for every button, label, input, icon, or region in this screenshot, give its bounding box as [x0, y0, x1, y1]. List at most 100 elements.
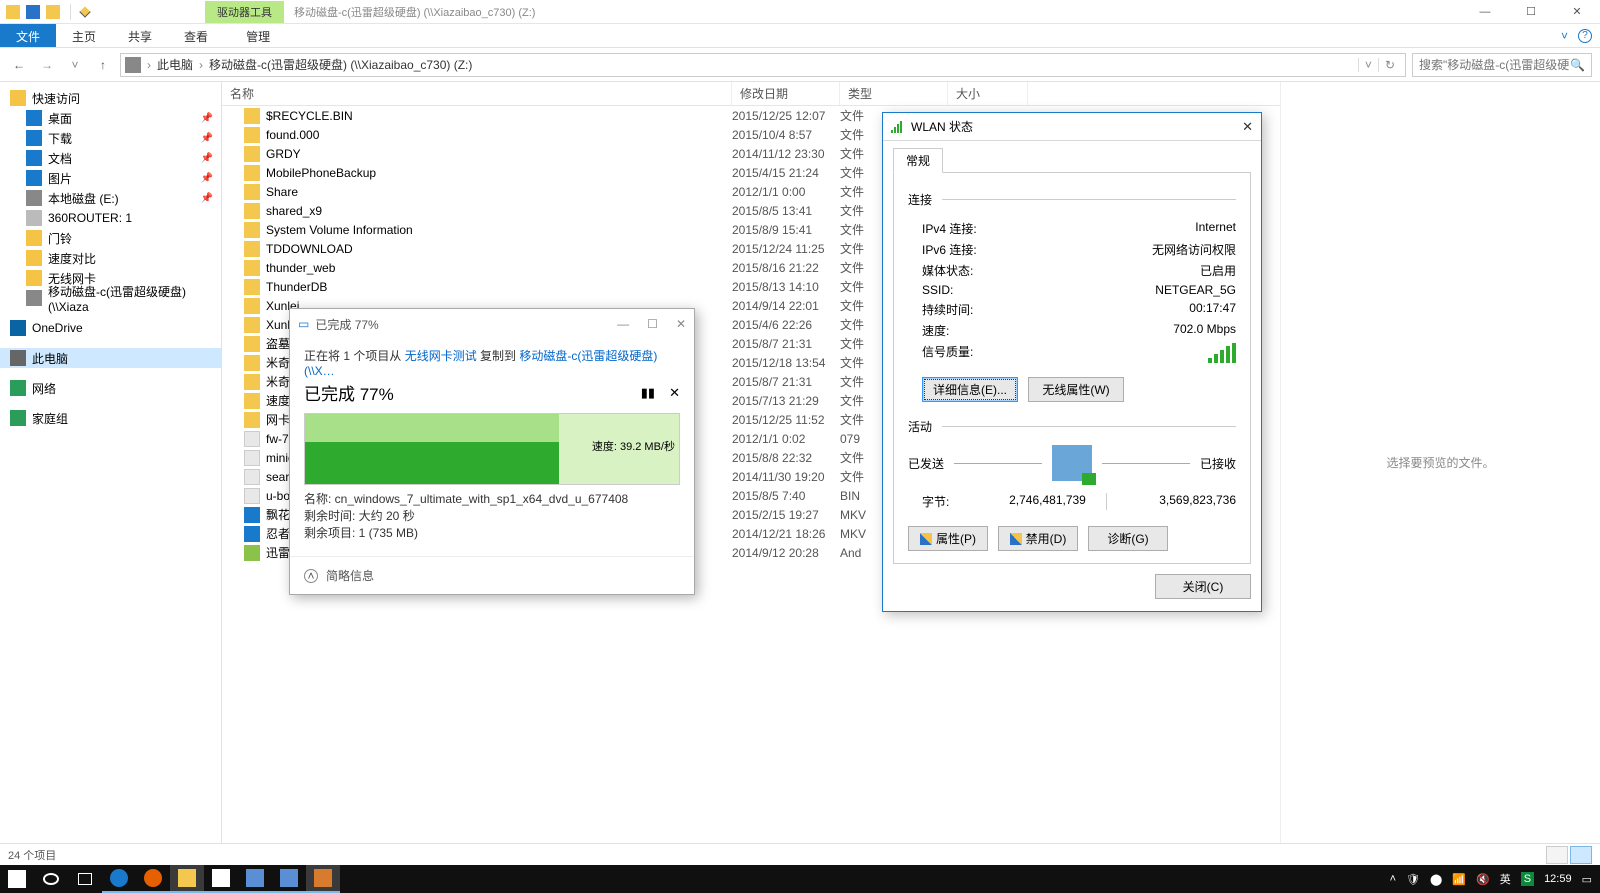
nav-documents[interactable]: 文档📌: [0, 148, 221, 168]
nav-this-pc[interactable]: 此电脑: [0, 348, 221, 368]
nav-back-button[interactable]: ←: [8, 54, 30, 76]
details-button[interactable]: 详细信息(E)...: [922, 377, 1018, 402]
wlan-close-button[interactable]: ✕: [1242, 119, 1253, 135]
nav-mobile-disk[interactable]: 移动磁盘-c(迅雷超级硬盘) (\\Xiaza: [0, 288, 221, 308]
column-date[interactable]: 修改日期: [732, 82, 840, 105]
address-refresh[interactable]: ↻: [1378, 58, 1401, 72]
wlan-titlebar[interactable]: WLAN 状态 ✕: [883, 113, 1261, 141]
nav-recent-button[interactable]: ˅: [64, 54, 86, 76]
expand-ribbon-icon[interactable]: ˅: [1561, 29, 1568, 43]
close-button[interactable]: 关闭(C): [1155, 574, 1251, 599]
ribbon-tab-view[interactable]: 查看: [168, 24, 224, 47]
taskbar-app[interactable]: [238, 865, 272, 893]
search-input[interactable]: [1419, 58, 1570, 72]
breadcrumb-thispc[interactable]: 此电脑: [153, 56, 197, 73]
chevron-down-icon[interactable]: [79, 6, 90, 17]
tray-notifications-icon[interactable]: ▭: [1582, 873, 1592, 886]
breadcrumb[interactable]: › 此电脑 › 移动磁盘-c(迅雷超级硬盘) (\\Xiazaibao_c730…: [120, 53, 1406, 77]
tray-volume-icon[interactable]: 🔇: [1476, 873, 1490, 886]
taskbar-app[interactable]: [272, 865, 306, 893]
wireless-properties-button[interactable]: 无线属性(W): [1028, 377, 1124, 402]
view-icons-button[interactable]: [1570, 846, 1592, 864]
nav-router[interactable]: 360ROUTER: 1: [0, 208, 221, 228]
main-pane: 快速访问 桌面📌 下载📌 文档📌 图片📌 本地磁盘 (E:)📌 360ROUTE…: [0, 82, 1600, 843]
copy-cancel-button[interactable]: ✕: [669, 385, 680, 401]
file-date: 2015/8/5 13:41: [732, 204, 840, 218]
file-icon: [244, 184, 260, 200]
copy-dialog-titlebar[interactable]: ▭ 已完成 77% — ☐ ✕: [290, 309, 694, 339]
shield-icon: [920, 533, 932, 545]
column-size[interactable]: 大小: [948, 82, 1028, 105]
file-date: 2014/11/12 23:30: [732, 147, 840, 161]
copy-maximize-button[interactable]: ☐: [647, 317, 658, 331]
tray-clock[interactable]: 12:59: [1544, 873, 1572, 885]
ribbon-tab-share[interactable]: 共享: [112, 24, 168, 47]
view-details-button[interactable]: [1546, 846, 1568, 864]
bytes-sent-value: 2,746,481,739: [977, 493, 1086, 510]
ribbon-tab-home[interactable]: 主页: [56, 24, 112, 47]
nav-downloads[interactable]: 下载📌: [0, 128, 221, 148]
taskbar-edge[interactable]: [102, 865, 136, 893]
file-date: 2015/12/24 11:25: [732, 242, 840, 256]
nav-homegroup[interactable]: 家庭组: [0, 408, 221, 428]
copy-brief-toggle[interactable]: ˄ 简略信息: [290, 556, 694, 594]
tray-network-icon[interactable]: 📶: [1452, 873, 1466, 886]
copy-close-button[interactable]: ✕: [676, 317, 686, 331]
taskbar-explorer[interactable]: [170, 865, 204, 893]
search-box[interactable]: 🔍: [1412, 53, 1592, 77]
ribbon-tab-file[interactable]: 文件: [0, 24, 56, 47]
breadcrumb-location[interactable]: 移动磁盘-c(迅雷超级硬盘) (\\Xiazaibao_c730) (Z:): [205, 56, 476, 73]
ribbon-help: ˅ ?: [1561, 24, 1600, 47]
minimize-button[interactable]: —: [1462, 0, 1508, 24]
file-name: MobilePhoneBackup: [266, 166, 376, 180]
duration-label: 持续时间:: [922, 301, 973, 318]
maximize-button[interactable]: ☐: [1508, 0, 1554, 24]
diagnose-button[interactable]: 诊断(G): [1088, 526, 1168, 551]
close-button[interactable]: ✕: [1554, 0, 1600, 24]
copy-from-link[interactable]: 无线网卡测试: [405, 349, 477, 363]
file-name: GRDY: [266, 147, 301, 161]
taskbar-app[interactable]: [306, 865, 340, 893]
copy-pause-button[interactable]: ▮▮: [641, 385, 655, 401]
copy-minimize-button[interactable]: —: [617, 317, 629, 331]
start-button[interactable]: [0, 865, 34, 893]
nav-doorbell[interactable]: 门铃: [0, 228, 221, 248]
tray-ime-icon[interactable]: 英: [1500, 871, 1511, 887]
tray-icon[interactable]: 🛡: [1406, 873, 1420, 886]
taskbar-store[interactable]: [204, 865, 238, 893]
nav-local-e[interactable]: 本地磁盘 (E:)📌: [0, 188, 221, 208]
nav-onedrive[interactable]: OneDrive: [0, 318, 221, 338]
chevron-right-icon[interactable]: ›: [145, 58, 153, 72]
ribbon-tab-manage[interactable]: 管理: [230, 24, 286, 47]
taskbar-search[interactable]: [34, 865, 68, 893]
file-icon: [244, 355, 260, 371]
wlan-tab-general[interactable]: 常规: [893, 148, 943, 173]
column-name[interactable]: 名称: [222, 82, 732, 105]
chevron-right-icon[interactable]: ›: [197, 58, 205, 72]
taskbar-firefox[interactable]: [136, 865, 170, 893]
tray-chevron-up-icon[interactable]: ˄: [1390, 873, 1396, 885]
qat-item-icon[interactable]: [46, 5, 60, 19]
column-type[interactable]: 类型: [840, 82, 948, 105]
qat-item-icon[interactable]: [26, 5, 40, 19]
taskview-button[interactable]: [68, 865, 102, 893]
nav-up-button[interactable]: ↑: [92, 54, 114, 76]
file-date: 2015/8/7 21:31: [732, 375, 840, 389]
file-icon: [244, 450, 260, 466]
nav-quick-access[interactable]: 快速访问: [0, 88, 221, 108]
disable-button[interactable]: 禁用(D): [998, 526, 1078, 551]
status-bar: 24 个项目: [0, 843, 1600, 865]
properties-button[interactable]: 属性(P): [908, 526, 988, 551]
file-date: 2014/11/30 19:20: [732, 470, 840, 484]
signal-quality-icon: [1208, 343, 1236, 363]
help-icon[interactable]: ?: [1578, 29, 1592, 43]
nav-forward-button[interactable]: →: [36, 54, 58, 76]
nav-speed[interactable]: 速度对比: [0, 248, 221, 268]
tray-icon[interactable]: S: [1521, 872, 1534, 886]
address-dropdown[interactable]: ˅: [1358, 58, 1378, 72]
nav-pictures[interactable]: 图片📌: [0, 168, 221, 188]
nav-network[interactable]: 网络: [0, 378, 221, 398]
folder-icon: [26, 250, 42, 266]
tray-icon[interactable]: ⬤: [1430, 873, 1442, 886]
nav-desktop[interactable]: 桌面📌: [0, 108, 221, 128]
